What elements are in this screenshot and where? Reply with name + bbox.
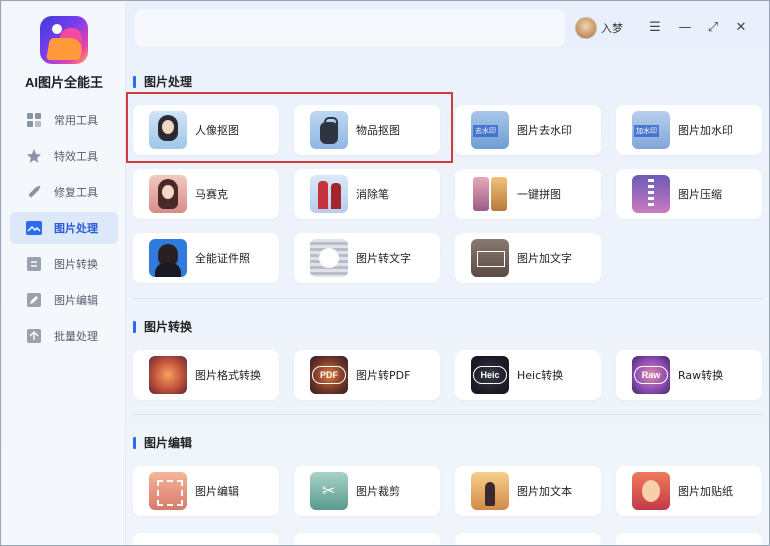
divider [133,414,763,415]
username: 入梦 [601,22,623,35]
add-text-thumbnail [471,472,509,510]
minimize-button[interactable]: — [677,19,693,35]
crop-thumbnail [310,472,348,510]
sidebar-item-batch[interactable]: 批量处理 [10,320,118,352]
sidebar: AI图片全能王 常用工具 特效工具 修复工具 图片处理 图片转换 图片编辑 批量… [2,2,126,545]
close-button[interactable]: ✕ [733,19,749,35]
card-image-edit[interactable]: 图片编辑 [133,466,279,516]
id-photo-thumbnail [149,239,187,277]
sidebar-item-label: 修复工具 [54,186,98,199]
sidebar-item-repair-tools[interactable]: 修复工具 [10,176,118,208]
sidebar-item-image-processing[interactable]: 图片处理 [10,212,118,244]
user-info[interactable]: 入梦 [575,17,623,39]
add-text-thumbnail [471,239,509,277]
avatar[interactable] [575,17,597,39]
watermark-thumbnail [471,111,509,149]
raw-icon: Raw [632,356,670,394]
card-add-text[interactable]: 图片加文字 [455,233,601,283]
heic-icon: Heic [471,356,509,394]
batch-icon [26,328,42,344]
sidebar-item-label: 特效工具 [54,150,98,163]
card-collage[interactable]: 一键拼图 [455,169,601,219]
card-raw-convert[interactable]: Raw Raw转换 [616,350,762,400]
card-partial[interactable] [133,533,279,545]
edit-icon [26,292,42,308]
card-add-watermark[interactable]: 图片加水印 [616,105,762,155]
collage-thumbnail [471,175,509,213]
magic-wand-icon [26,184,42,200]
top-bar-area [135,9,565,47]
sidebar-item-label: 图片转换 [54,258,98,271]
convert-icon [26,256,42,272]
sidebar-item-image-edit[interactable]: 图片编辑 [10,284,118,316]
card-format-convert[interactable]: 图片格式转换 [133,350,279,400]
app-window: AI图片全能王 常用工具 特效工具 修复工具 图片处理 图片转换 图片编辑 批量… [0,0,770,546]
sidebar-item-label: 图片编辑 [54,294,98,307]
divider [133,298,763,299]
menu-icon[interactable]: ☰ [647,19,663,35]
card-id-photo[interactable]: 全能证件照 [133,233,279,283]
sidebar-item-label: 常用工具 [54,114,98,127]
app-logo [40,16,88,64]
app-name: AI图片全能王 [24,75,103,90]
format-convert-icon [149,356,187,394]
sticker-thumbnail [632,472,670,510]
compress-thumbnail [632,175,670,213]
sidebar-item-image-convert[interactable]: 图片转换 [10,248,118,280]
card-add-sticker[interactable]: 图片加贴纸 [616,466,762,516]
sidebar-item-common-tools[interactable]: 常用工具 [10,104,118,136]
card-partial[interactable] [616,533,762,545]
star-icon [26,148,42,164]
card-image-to-text[interactable]: 图片转文字 [294,233,440,283]
sidebar-item-label: 批量处理 [54,330,98,343]
card-heic-convert[interactable]: Heic Heic转换 [455,350,601,400]
card-partial[interactable] [294,533,440,545]
sidebar-item-label: 图片处理 [54,222,98,235]
card-compress[interactable]: 图片压缩 [616,169,762,219]
card-partial[interactable] [455,533,601,545]
sidebar-item-effect-tools[interactable]: 特效工具 [10,140,118,172]
section-title-image-processing: 图片处理 [133,73,192,90]
image-icon [26,220,42,236]
section-title-image-convert: 图片转换 [133,318,192,335]
mosaic-thumbnail [149,175,187,213]
eraser-thumbnail [310,175,348,213]
section-title-image-edit: 图片编辑 [133,434,192,451]
maximize-button[interactable]: ⤢ [705,19,721,35]
grid-icon [26,112,42,128]
card-remove-watermark[interactable]: 图片去水印 [455,105,601,155]
pdf-icon: PDF [310,356,348,394]
card-add-text-2[interactable]: 图片加文本 [455,466,601,516]
edit-thumbnail [149,472,187,510]
highlight-box [126,92,453,163]
upload-icon [310,239,348,277]
card-eraser[interactable]: 消除笔 [294,169,440,219]
add-watermark-thumbnail [632,111,670,149]
card-image-crop[interactable]: 图片裁剪 [294,466,440,516]
card-image-to-pdf[interactable]: PDF 图片转PDF [294,350,440,400]
card-mosaic[interactable]: 马赛克 [133,169,279,219]
